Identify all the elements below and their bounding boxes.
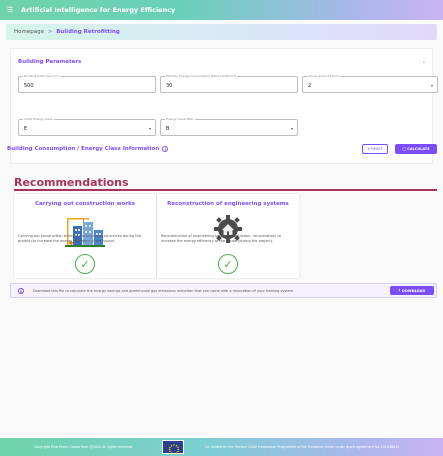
consumption-info-row: Building Consumption / Energy Class Info… bbox=[7, 146, 169, 152]
dropdown-arrow-icon: ▾ bbox=[430, 83, 433, 88]
field-value: B bbox=[166, 126, 170, 132]
breadcrumb: Homepage > Building Retrofitting bbox=[6, 24, 437, 40]
calculate-icon: ◯ bbox=[402, 147, 407, 151]
field-label: Energy Class After bbox=[165, 117, 195, 121]
download-button[interactable]: ⭳ DOWNLOAD bbox=[390, 286, 434, 295]
dropdown-arrow-icon: ▾ bbox=[148, 126, 151, 131]
check-circle-icon: ✓ bbox=[218, 254, 238, 274]
download-label: DOWNLOAD bbox=[401, 288, 426, 293]
field-value: 30 bbox=[166, 83, 173, 89]
field-label: Initial Energy Class bbox=[23, 117, 54, 121]
menu-icon[interactable]: ☰ bbox=[7, 6, 17, 14]
field-value: E bbox=[24, 126, 28, 132]
info-icon: i bbox=[18, 288, 24, 294]
breadcrumb-separator-icon: > bbox=[47, 29, 53, 35]
initial-energy-class-select[interactable]: Initial Energy Class E ▾ bbox=[18, 117, 156, 136]
footer-copyright: Copyright EnerShare Consortium @2024 All… bbox=[34, 445, 133, 449]
card-title: Reconstruction of engineering systems bbox=[167, 201, 289, 207]
field-value: 2 bbox=[308, 83, 312, 89]
download-info-text: Download this file to calculate the ener… bbox=[33, 289, 295, 293]
footer: Copyright EnerShare Consortium @2024 All… bbox=[0, 438, 443, 456]
download-info-bar: i Download this file to calculate the en… bbox=[10, 283, 437, 298]
building-area-field[interactable]: Building total area [m²] 500 bbox=[18, 74, 156, 93]
info-icon[interactable]: i bbox=[162, 146, 169, 152]
consumption-heading: Building Consumption / Energy Class Info… bbox=[7, 146, 160, 152]
breadcrumb-home[interactable]: Homepage bbox=[14, 29, 44, 35]
recommendations-divider bbox=[14, 189, 437, 191]
calculate-button[interactable]: ◯ CALCULATE bbox=[395, 144, 437, 154]
collapse-chevron-icon[interactable]: ⌄ bbox=[422, 59, 426, 65]
card-title: Carrying out construction works bbox=[34, 201, 136, 207]
app-title: Artificial Intelligence for Energy Effic… bbox=[21, 6, 176, 14]
breadcrumb-current: Building Retrofitting bbox=[56, 29, 120, 35]
field-label: Building total area [m²] bbox=[23, 74, 61, 78]
recommendation-card-engineering: Reconstruction of engineering systems Re… bbox=[157, 194, 299, 278]
card-description: Reconstruction of engineering systems (v… bbox=[161, 234, 281, 243]
energy-class-after-select[interactable]: Energy Class After B ▾ bbox=[160, 117, 298, 136]
field-label: Above-ground Floors bbox=[307, 74, 341, 78]
calculate-label: CALCULATE bbox=[407, 147, 430, 151]
dropdown-arrow-icon: ▾ bbox=[290, 126, 293, 131]
floors-select[interactable]: Above-ground Floors 2 ▾ bbox=[302, 74, 438, 93]
construction-illustration-icon bbox=[63, 212, 107, 252]
recommendations-heading: Recommendations bbox=[14, 176, 129, 189]
recommendation-card-construction: Carrying out construction works Carrying… bbox=[14, 194, 156, 278]
footer-funding-text: Co-funded by the Horizon 2020 Framework … bbox=[205, 445, 400, 449]
reset-label: RESET bbox=[371, 147, 383, 151]
eu-flag-icon bbox=[162, 440, 184, 455]
download-icon: ⭳ bbox=[398, 287, 400, 292]
app-header: ☰ Artificial Intelligence for Energy Eff… bbox=[0, 0, 443, 20]
card-description: Carrying out construction works in the e… bbox=[18, 234, 142, 243]
field-label: Monthly Energy Consumption Before [kWh/m… bbox=[165, 74, 238, 78]
check-circle-icon: ✓ bbox=[75, 254, 95, 274]
monthly-consumption-field[interactable]: Monthly Energy Consumption Before [kWh/m… bbox=[160, 74, 298, 93]
reset-button[interactable]: ↻ RESET bbox=[362, 144, 388, 154]
field-value: 500 bbox=[24, 83, 34, 89]
parameters-heading: Building Parameters bbox=[18, 59, 82, 65]
reset-icon: ↻ bbox=[367, 147, 371, 151]
